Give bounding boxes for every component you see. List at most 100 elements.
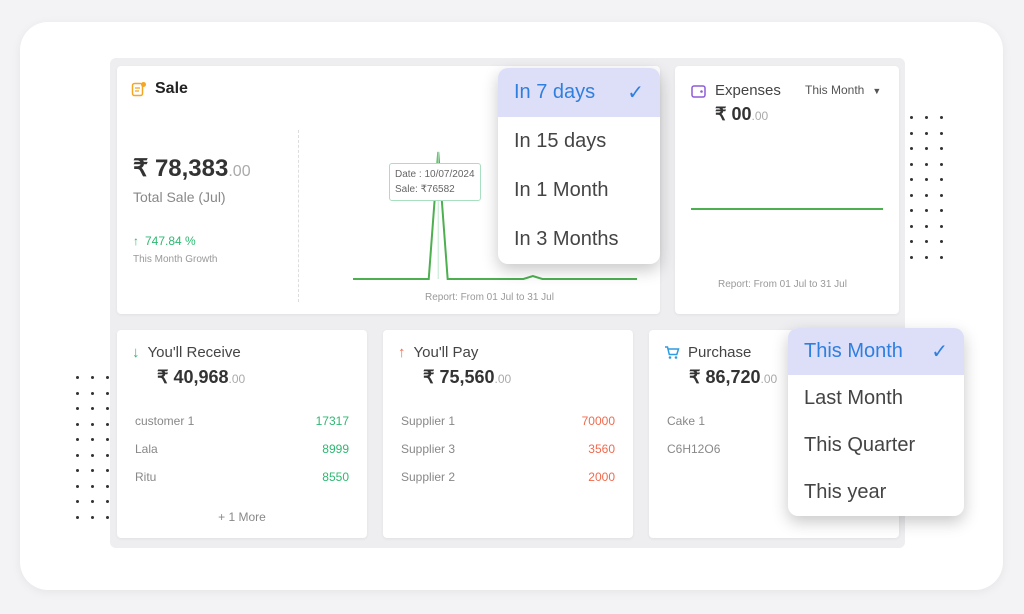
dot <box>91 500 94 503</box>
dot <box>910 147 913 150</box>
expenses-report: Report: From 01 Jul to 31 Jul <box>718 279 847 290</box>
row-value: 8999 <box>322 442 349 456</box>
growth-value: 747.84 % <box>145 234 196 248</box>
option-7-days[interactable]: In 7 days ✓ <box>498 68 660 117</box>
dot <box>91 469 94 472</box>
pay-card: ↑ You'll Pay ₹ 75,560.00 Supplier 1 70000 … <box>383 330 633 538</box>
purchase-decimals: .00 <box>760 372 778 386</box>
purchase-title: Purchase <box>688 344 752 361</box>
option-15-days[interactable]: In 15 days <box>498 117 660 166</box>
dot <box>940 193 943 197</box>
dot <box>91 438 94 441</box>
dot <box>940 116 943 119</box>
caret-down-icon: ▼ <box>872 86 882 96</box>
dot <box>91 453 94 457</box>
list-item[interactable]: Ritu 8550 <box>135 470 349 484</box>
dot <box>925 193 928 197</box>
dot <box>925 178 928 181</box>
pay-amount: ₹ 75,560 <box>423 367 495 387</box>
receive-decimals: .00 <box>228 372 246 386</box>
dot <box>910 131 913 135</box>
dot <box>91 515 94 519</box>
sale-title: Sale <box>155 80 188 97</box>
dot <box>76 453 79 457</box>
dot <box>940 209 943 212</box>
dot <box>925 240 928 243</box>
dot <box>940 255 943 259</box>
dot <box>940 240 943 243</box>
dot <box>910 162 913 166</box>
option-this-month[interactable]: This Month ✓ <box>788 328 964 375</box>
row-name: Supplier 1 <box>401 414 456 428</box>
arrow-up-icon: ↑ <box>398 344 406 361</box>
receive-amount: ₹ 40,968 <box>157 367 229 387</box>
dot <box>106 376 109 379</box>
row-name: Supplier 2 <box>401 470 456 484</box>
row-value: 17317 <box>315 414 349 428</box>
option-label: In 15 days <box>514 130 607 152</box>
tooltip-sale: Sale: ₹76582 <box>395 184 455 195</box>
dot <box>925 255 928 259</box>
dot <box>925 209 928 212</box>
option-label: In 3 Months <box>514 228 619 250</box>
sale-amount: ₹ 78,383 <box>133 155 229 182</box>
dot <box>925 116 928 119</box>
period-label: This Month <box>805 83 865 97</box>
list-item[interactable]: Supplier 2 2000 <box>401 470 615 484</box>
dot <box>106 515 109 519</box>
purchase-amount: ₹ 86,720 <box>689 367 761 387</box>
dot <box>106 484 109 488</box>
option-1-month[interactable]: In 1 Month <box>498 166 660 215</box>
expenses-title: Expenses <box>715 82 781 99</box>
expenses-amount: ₹ 00 <box>715 104 752 124</box>
list-item[interactable]: Supplier 1 70000 <box>401 414 615 428</box>
dot <box>940 147 943 150</box>
tooltip-date: Date : 10/07/2024 <box>395 169 475 180</box>
dot <box>76 422 79 426</box>
dot <box>925 147 928 150</box>
dot <box>910 224 913 228</box>
dot <box>106 407 109 410</box>
option-this-year[interactable]: This year <box>788 469 964 516</box>
dot <box>106 453 109 457</box>
sale-report: Report: From 01 Jul to 31 Jul <box>425 292 554 303</box>
more-link[interactable]: + 1 More <box>117 510 367 524</box>
list-item[interactable]: Lala 8999 <box>135 442 349 456</box>
option-label: Last Month <box>804 387 903 409</box>
option-last-month[interactable]: Last Month <box>788 375 964 422</box>
dot <box>76 391 79 395</box>
dot <box>106 422 109 426</box>
check-icon: ✓ <box>627 82 644 104</box>
list-item[interactable]: customer 1 17317 <box>135 414 349 428</box>
dot <box>910 178 913 181</box>
expenses-decimals: .00 <box>751 109 769 123</box>
dot <box>91 376 94 379</box>
option-this-quarter[interactable]: This Quarter <box>788 422 964 469</box>
expenses-period-select[interactable]: This Month ▼ <box>805 83 881 99</box>
row-name: Lala <box>135 442 158 456</box>
dot <box>76 515 79 519</box>
receive-title: You'll Receive <box>147 344 241 361</box>
wallet-icon <box>691 84 706 98</box>
row-value: 70000 <box>581 414 615 428</box>
row-name: Cake 1 <box>667 414 706 428</box>
dot <box>910 209 913 212</box>
row-name: Supplier 3 <box>401 442 456 456</box>
dot <box>76 469 79 472</box>
dot <box>925 162 928 166</box>
list-item[interactable]: Supplier 3 3560 <box>401 442 615 456</box>
dot <box>940 178 943 181</box>
option-label: In 7 days <box>514 81 596 103</box>
option-3-months[interactable]: In 3 Months <box>498 215 660 264</box>
dot <box>106 469 109 472</box>
pay-title: You'll Pay <box>413 344 479 361</box>
row-value: 8550 <box>322 470 349 484</box>
option-label: This year <box>804 481 887 503</box>
growth-label: This Month Growth <box>133 254 218 265</box>
pay-decimals: .00 <box>494 372 512 386</box>
receive-card: ↓ You'll Receive ₹ 40,968.00 customer 1 17… <box>117 330 367 538</box>
arrow-up-icon: ↑ <box>133 234 139 248</box>
row-name: customer 1 <box>135 414 195 428</box>
option-label: This Quarter <box>804 434 916 456</box>
expenses-line <box>691 208 883 210</box>
